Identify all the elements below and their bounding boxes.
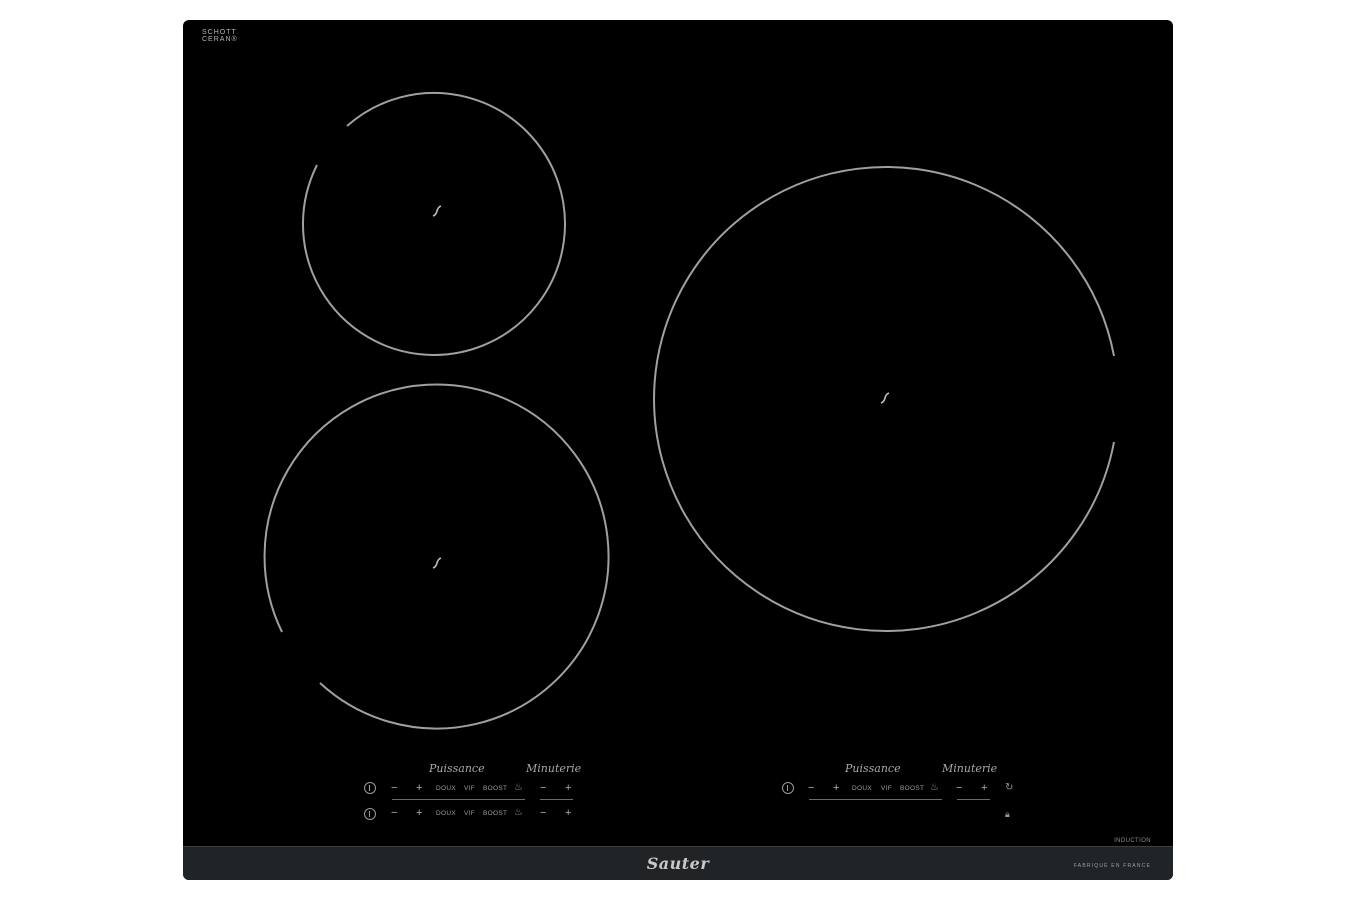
vif-button[interactable]: VIF (881, 785, 892, 792)
power-on-icon[interactable] (782, 782, 794, 794)
timer-plus-button[interactable]: + (565, 783, 571, 794)
timer-minus-button[interactable]: − (540, 783, 546, 794)
power-label-left: Puissance (429, 762, 485, 775)
boost-button[interactable]: BOOST (483, 810, 507, 817)
boost-button[interactable]: BOOST (483, 785, 507, 792)
vif-button[interactable]: VIF (464, 810, 475, 817)
pot-icon[interactable]: ♨ (930, 783, 939, 793)
power-minus-button[interactable]: − (391, 783, 397, 794)
induction-hob: SCHOTT CERAN® Puissance Minuterie − + DO… (183, 20, 1173, 880)
zone-top-left[interactable] (302, 91, 566, 356)
boost-button[interactable]: BOOST (900, 785, 924, 792)
induction-label: INDUCTION (1114, 838, 1151, 844)
brand-logo: Sauter (646, 854, 710, 873)
zone-mark-icon (432, 205, 442, 217)
power-on-icon[interactable] (364, 808, 376, 820)
doux-button[interactable]: DOUX (436, 810, 456, 817)
timer-plus-button[interactable]: + (981, 783, 987, 794)
cooking-zones (263, 91, 1115, 730)
power-on-icon[interactable] (364, 782, 376, 794)
timer-slider-line (957, 799, 990, 800)
doux-button[interactable]: DOUX (436, 785, 456, 792)
pot-icon[interactable]: ♨ (514, 808, 523, 818)
zone-right[interactable] (653, 166, 1115, 632)
power-plus-button[interactable]: + (416, 783, 422, 794)
timer-plus-button[interactable]: + (565, 808, 571, 819)
zone-bottom-left[interactable] (263, 383, 610, 730)
pause-icon[interactable]: ↻ (1005, 783, 1013, 793)
pot-icon[interactable]: ♨ (514, 783, 523, 793)
vif-button[interactable]: VIF (464, 785, 475, 792)
timer-minus-button[interactable]: − (956, 783, 962, 794)
zone-mark-icon (880, 392, 890, 404)
power-plus-button[interactable]: + (416, 808, 422, 819)
made-in-france-label: FABRIQUÉ EN FRANCE (1073, 863, 1151, 869)
power-minus-button[interactable]: − (808, 783, 814, 794)
timer-label-right: Minuterie (942, 762, 998, 775)
timer-minus-button[interactable]: − (540, 808, 546, 819)
power-plus-button[interactable]: + (833, 783, 839, 794)
lock-icon[interactable]: 🔒︎ (1005, 809, 1010, 819)
power-label-right: Puissance (845, 762, 901, 775)
power-minus-button[interactable]: − (391, 808, 397, 819)
zone-mark-icon (432, 557, 442, 569)
power-slider-line (809, 799, 942, 800)
timer-slider-line (540, 799, 573, 800)
doux-button[interactable]: DOUX (852, 785, 872, 792)
power-slider-line (392, 799, 525, 800)
timer-label-left: Minuterie (526, 762, 582, 775)
